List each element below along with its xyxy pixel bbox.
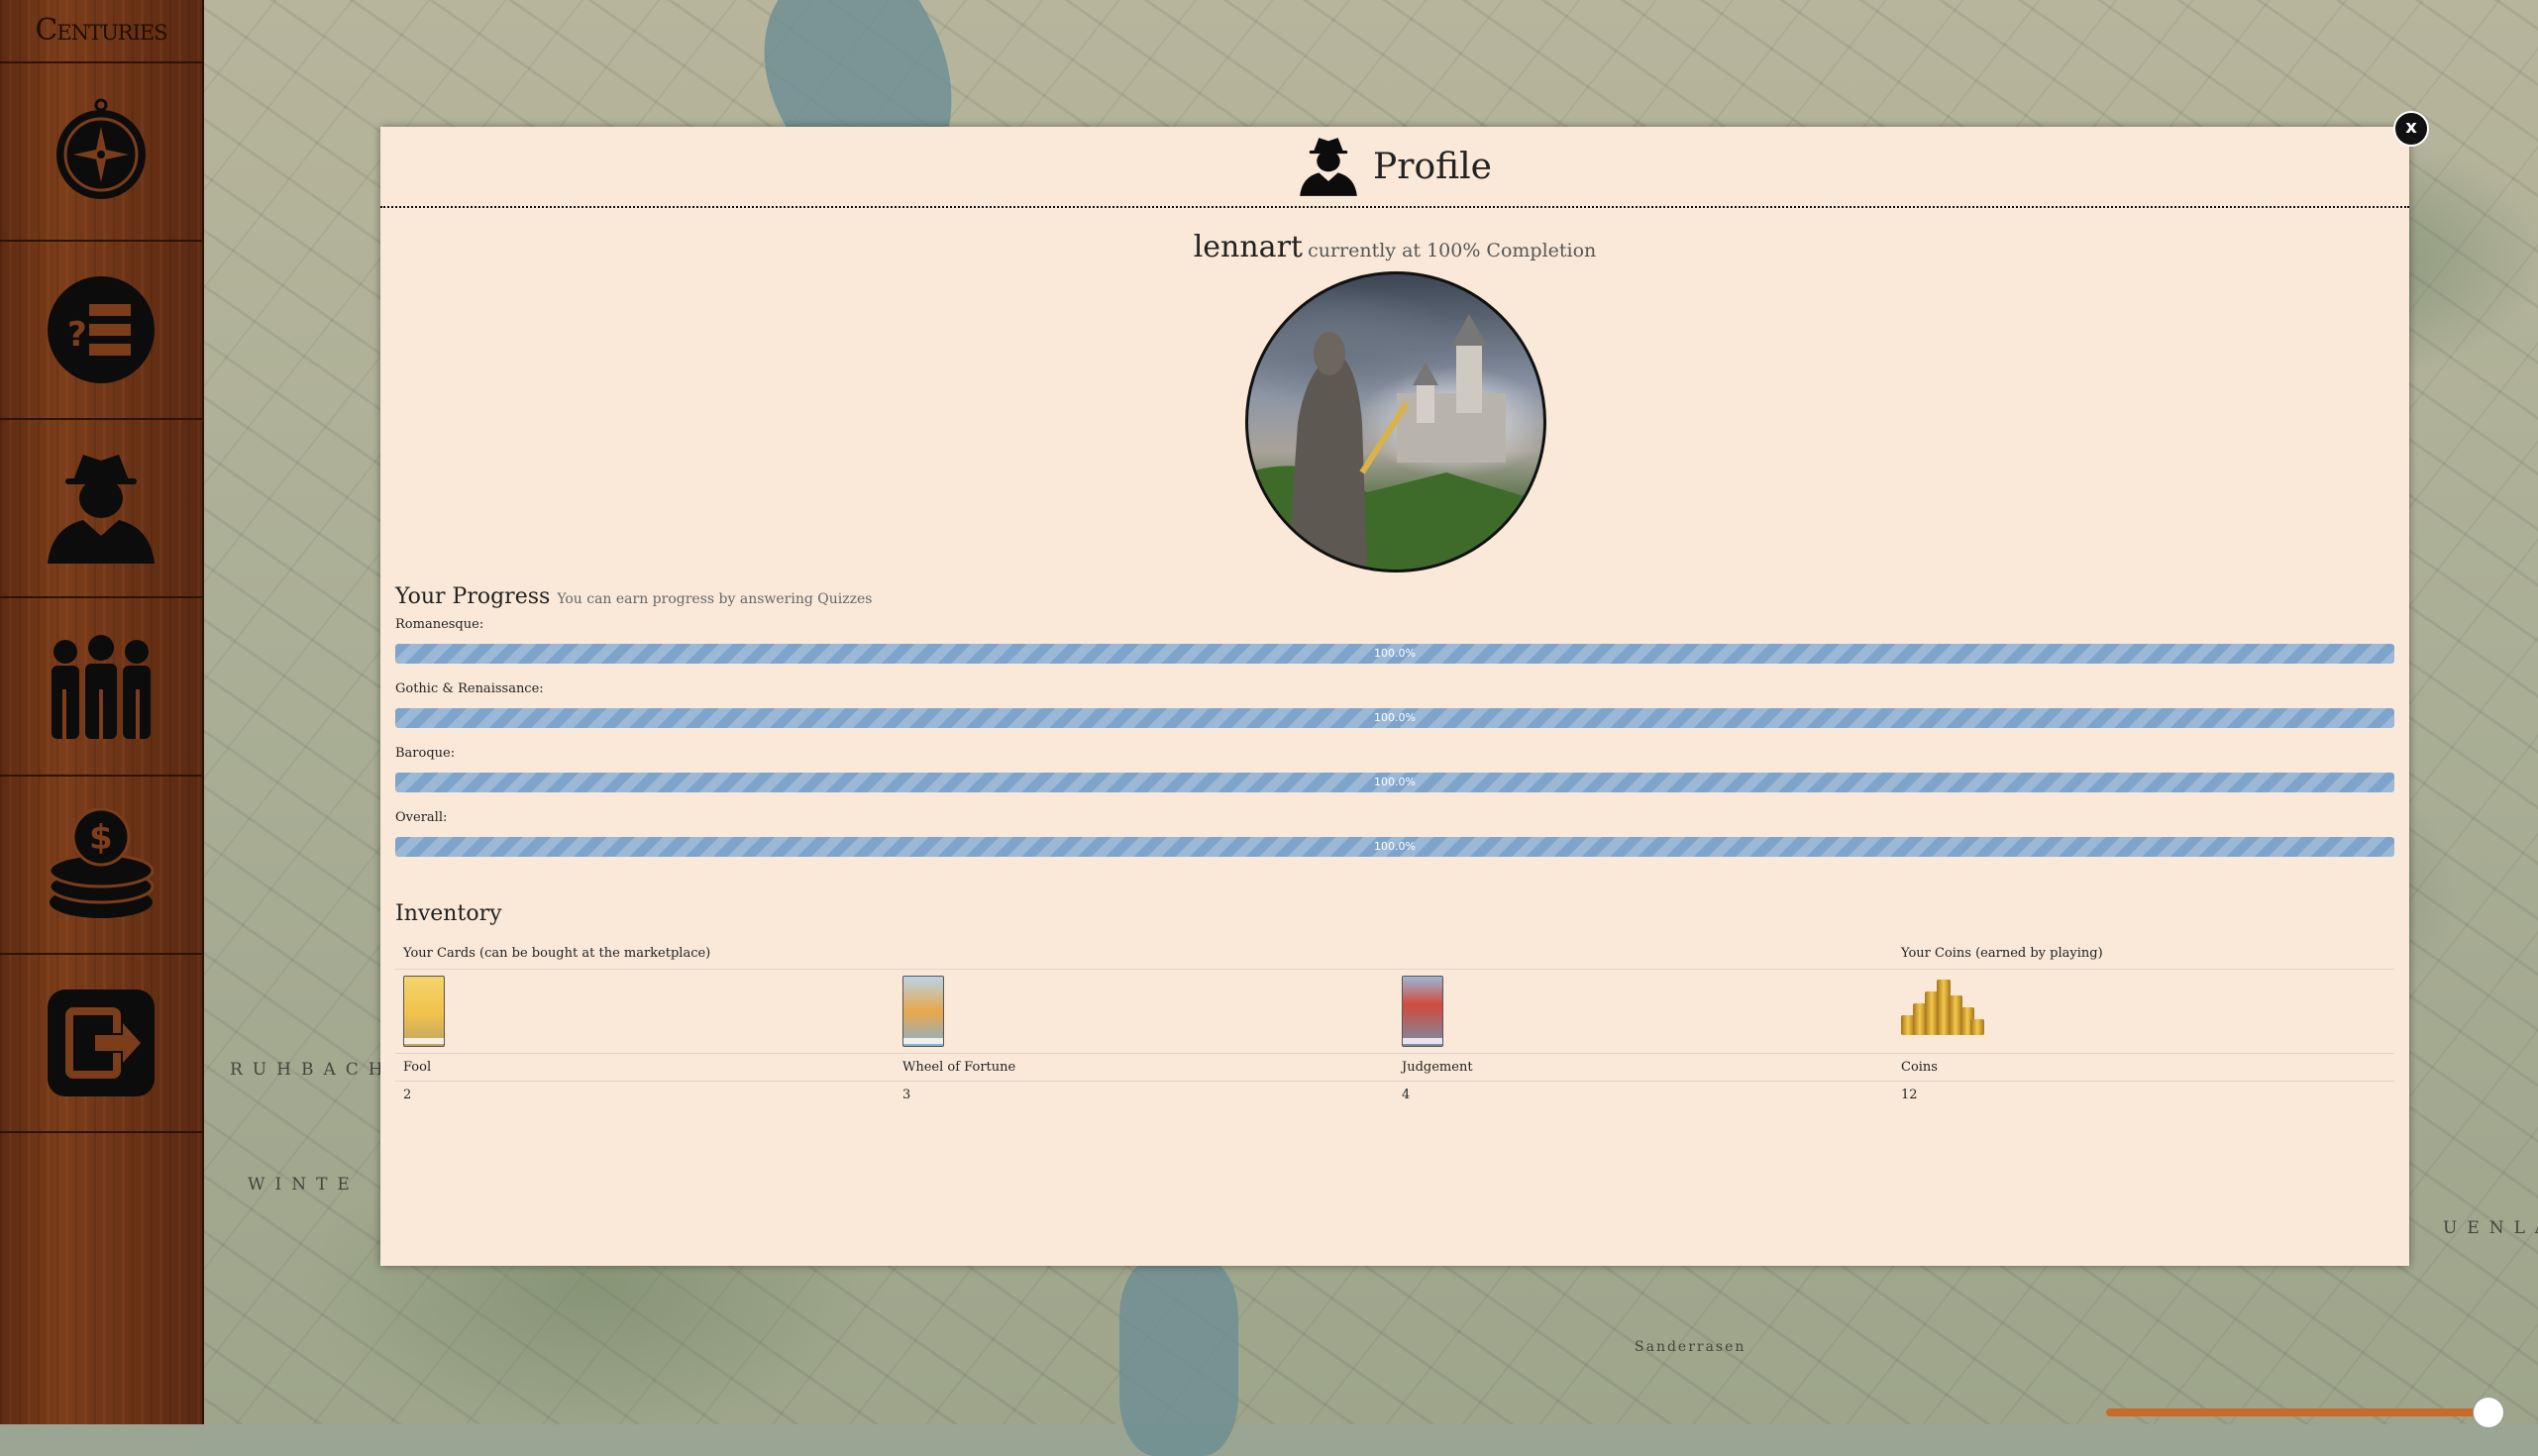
progress-section: Your Progress You can earn progress by a… [395, 584, 2394, 857]
svg-text:?: ? [67, 315, 87, 355]
inventory-section: Inventory Your Cards (can be bought at t… [395, 901, 2394, 1108]
group-icon [52, 635, 151, 739]
item-name: Coins [1893, 1053, 2394, 1082]
coins-stack-image [1901, 976, 1984, 1035]
sidebar-item-quizzes[interactable]: ? [0, 242, 202, 420]
profile-modal: Profile lennart currently at 100% Comple… [380, 127, 2409, 1266]
username: lennart [1193, 230, 1303, 264]
completion-text: currently at 100% Completion [1308, 240, 1597, 261]
sidebar-item-community[interactable] [0, 598, 202, 777]
progress-bar-overall: 100.0% [395, 837, 2394, 857]
progress-bar-gothic-renaissance: 100.0% [395, 708, 2394, 728]
progress-bar-baroque: 100.0% [395, 773, 2394, 792]
river [1119, 1258, 1238, 1456]
item-name: Fool [395, 1053, 895, 1082]
modal-header: Profile [380, 127, 2409, 208]
progress-label: Gothic & Renaissance: [395, 681, 544, 696]
sidebar-item-marketplace[interactable]: $ [0, 777, 202, 955]
item-name: Judgement [1394, 1053, 1893, 1082]
inventory-heading: Inventory [395, 901, 502, 926]
item-count: 12 [1893, 1081, 2394, 1108]
profile-icon [1300, 138, 1357, 196]
close-button[interactable]: x [2393, 111, 2429, 147]
modal-title: Profile [1373, 146, 1492, 187]
sidebar-item-profile[interactable] [0, 420, 202, 598]
progress-label: Baroque: [395, 746, 456, 761]
avatar [1245, 271, 1546, 572]
avatar-image [1248, 314, 1543, 570]
progress-value: 100.0% [1374, 840, 1416, 853]
table-row: Your Cards (can be bought at the marketp… [395, 940, 2394, 970]
progress-heading: Your Progress You can earn progress by a… [395, 584, 2394, 609]
map-label: WINTE [248, 1175, 360, 1195]
coins-icon: $ [48, 807, 155, 918]
logout-icon [48, 989, 155, 1096]
progress-label: Overall: [395, 810, 448, 825]
profile-icon [48, 455, 155, 564]
wheel-of-fortune-card-image [902, 976, 944, 1047]
fool-card-image [403, 976, 445, 1047]
progress-title: Your Progress [395, 584, 551, 609]
item-name: Wheel of Fortune [895, 1053, 1394, 1082]
item-count: 2 [395, 1081, 895, 1108]
map-label: Sanderrasen [1635, 1339, 1746, 1355]
progress-hint: You can earn progress by answering Quizz… [557, 591, 873, 607]
sidebar: Centuries ? $ [0, 0, 204, 1424]
item-count: 4 [1394, 1081, 1893, 1108]
item-count: 3 [895, 1081, 1394, 1108]
brand-logo: Centuries [0, 0, 202, 63]
sidebar-item-map[interactable] [0, 63, 202, 242]
progress-value: 100.0% [1374, 776, 1416, 788]
map-label: RUHBACH [230, 1060, 393, 1080]
table-row: 2 3 4 12 [395, 1081, 2394, 1108]
progress-bar-romanesque: 100.0% [395, 644, 2394, 664]
sidebar-item-logout[interactable] [0, 955, 202, 1133]
table-row: Fool Wheel of Fortune Judgement Coins [395, 1053, 2394, 1082]
coins-header: Your Coins (earned by playing) [1901, 946, 2103, 961]
cards-header: Your Cards (can be bought at the marketp… [403, 946, 711, 961]
map-slider-handle[interactable] [2473, 1397, 2504, 1428]
svg-text:$: $ [89, 818, 113, 858]
inventory-table: Your Cards (can be bought at the marketp… [395, 940, 2394, 1108]
map-slider-track[interactable] [2106, 1408, 2488, 1416]
progress-value: 100.0% [1374, 647, 1416, 660]
progress-label: Romanesque: [395, 617, 484, 632]
map-label: UENLA [2443, 1218, 2538, 1238]
progress-value: 100.0% [1374, 711, 1416, 724]
table-row [395, 969, 2394, 1054]
judgement-card-image [1402, 976, 1443, 1047]
quiz-list-icon: ? [48, 276, 155, 383]
compass-icon [56, 98, 146, 199]
user-summary: lennart currently at 100% Completion [380, 230, 2409, 264]
